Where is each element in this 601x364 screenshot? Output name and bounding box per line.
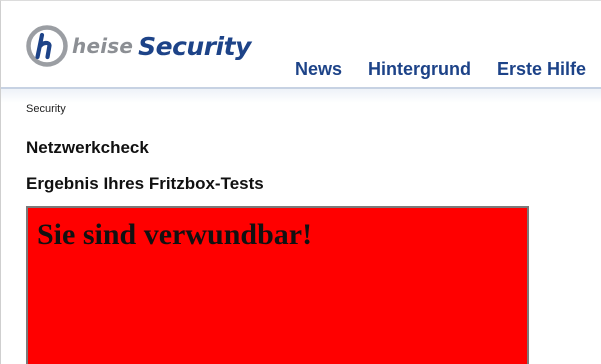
breadcrumb[interactable]: Security	[26, 103, 66, 115]
browser-viewport: heise Security News Hintergrund Erste Hi…	[0, 0, 601, 364]
heise-h-logo-icon	[26, 25, 68, 67]
result-message: Sie sind verwundbar!	[37, 218, 313, 251]
logo-security-text: Security	[138, 31, 251, 61]
result-alert-box: Sie sind verwundbar!	[26, 206, 529, 364]
main-nav: News Hintergrund Erste Hilfe	[295, 59, 601, 80]
site-header: heise Security News Hintergrund Erste Hi…	[1, 1, 601, 89]
page-title: Netzwerkcheck	[26, 138, 149, 157]
page-subtitle: Ergebnis Ihres Fritzbox-Tests	[26, 174, 264, 193]
header-shade	[1, 89, 601, 103]
heise-security-logo[interactable]: heise Security	[25, 23, 251, 69]
nav-item-hintergrund[interactable]: Hintergrund	[368, 59, 471, 80]
nav-item-erste-hilfe[interactable]: Erste Hilfe	[497, 59, 586, 80]
logo-heise-text: heise	[72, 34, 134, 58]
nav-item-news[interactable]: News	[295, 59, 342, 80]
